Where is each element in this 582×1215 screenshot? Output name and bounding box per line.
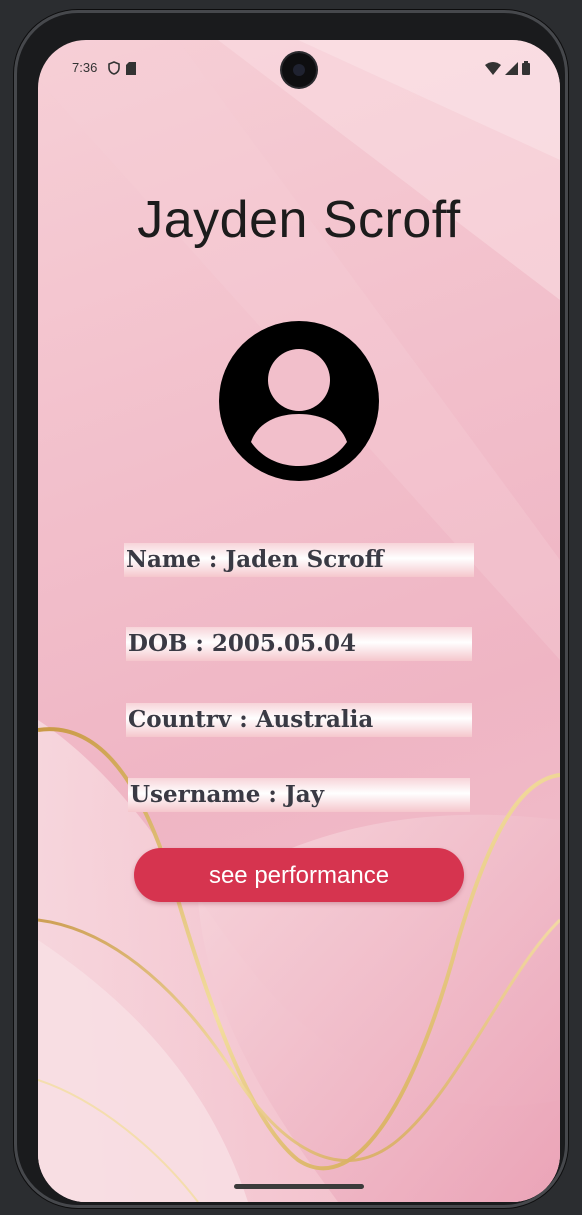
profile-title: Jayden Scroff — [137, 191, 461, 249]
status-bar: 7:36 — [38, 40, 560, 100]
name-field: Name : Jaden Scroff — [124, 543, 474, 577]
battery-icon — [522, 60, 530, 79]
dob-field: DOB : 2005.05.04 — [126, 627, 472, 661]
see-performance-button[interactable]: see performance — [134, 848, 464, 902]
wifi-icon — [485, 60, 501, 79]
username-field: Username : Jay — [128, 778, 470, 812]
signal-icon — [505, 60, 518, 79]
country-field: Countrv : Australia — [126, 703, 472, 737]
status-time: 7:36 — [72, 60, 98, 75]
home-indicator[interactable] — [234, 1184, 364, 1189]
account-circle-icon — [218, 320, 380, 482]
sim-card-icon — [126, 60, 136, 79]
phone-screen: 7:36 Jayden Scroff Name: Jaden Scroff D… — [38, 40, 560, 1202]
shield-icon — [108, 60, 120, 79]
front-camera — [282, 53, 316, 87]
